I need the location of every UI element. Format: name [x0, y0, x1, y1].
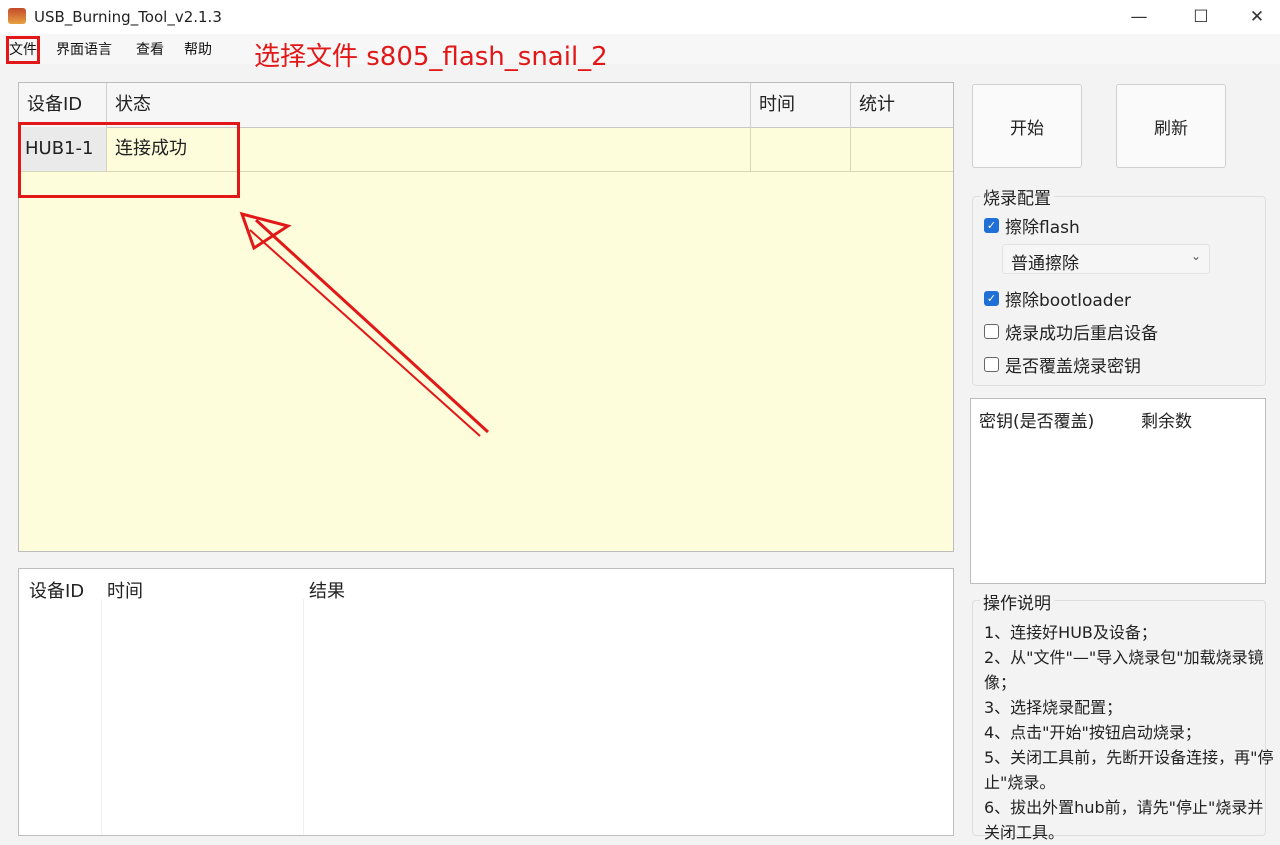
log-header-time: 时间	[107, 581, 143, 602]
key-header-remaining: 剩余数	[1141, 412, 1192, 432]
cell-time	[751, 127, 851, 171]
header-time[interactable]: 时间	[751, 83, 851, 127]
header-status[interactable]: 状态	[107, 83, 751, 127]
header-stats[interactable]: 统计	[851, 83, 953, 127]
instruction-line: 6、拔出外置hub前，请先"停止"烧录并关闭工具。	[984, 798, 1264, 842]
annotation-arrow-icon	[239, 211, 490, 437]
reboot-after-option[interactable]: 烧录成功后重启设备	[984, 319, 1158, 344]
instruction-line: 4、点击"开始"按钮启动烧录；	[984, 723, 1201, 742]
log-divider	[101, 599, 102, 835]
instruction-line: 1、连接好HUB及设备；	[984, 623, 1157, 642]
key-header-key: 密钥(是否覆盖)	[979, 412, 1095, 432]
refresh-button[interactable]: 刷新	[1116, 84, 1226, 168]
erase-flash-option[interactable]: ✓ 擦除flash	[984, 213, 1080, 238]
instructions-list: 1、连接好HUB及设备； 2、从"文件"—"导入烧录包"加载烧录镜像； 3、选择…	[984, 620, 1274, 845]
title-bar: USB_Burning_Tool_v2.1.3 — ☐ ✕	[0, 0, 1280, 34]
minimize-button[interactable]: —	[1116, 2, 1162, 32]
header-device-id[interactable]: 设备ID	[19, 83, 107, 127]
cell-stats	[851, 127, 953, 171]
log-table: 设备ID 时间 结果	[18, 568, 954, 836]
erase-flash-label: 擦除flash	[1005, 217, 1080, 238]
overwrite-key-label: 是否覆盖烧录密钥	[1005, 356, 1141, 377]
instructions-title: 操作说明	[980, 589, 1054, 614]
key-table: 密钥(是否覆盖) 剩余数	[970, 398, 1266, 584]
log-header-device-id: 设备ID	[29, 581, 85, 602]
instruction-line: 3、选择烧录配置；	[984, 698, 1123, 717]
start-button[interactable]: 开始	[972, 84, 1082, 168]
menu-view[interactable]: 查看	[136, 39, 164, 59]
checkbox-checked-icon[interactable]: ✓	[984, 290, 999, 306]
annotation-text: 选择文件 s805_flash_snail_2	[254, 42, 608, 72]
erase-bootloader-option[interactable]: ✓ 擦除bootloader	[984, 286, 1132, 311]
burn-config-title: 烧录配置	[980, 184, 1054, 209]
log-header-result: 结果	[309, 581, 345, 602]
instruction-line: 5、关闭工具前，先断开设备连接，再"停止"烧录。	[984, 748, 1274, 792]
app-icon	[8, 8, 26, 24]
maximize-button[interactable]: ☐	[1178, 2, 1224, 32]
overwrite-key-option[interactable]: 是否覆盖烧录密钥	[984, 352, 1141, 377]
instruction-line: 2、从"文件"—"导入烧录包"加载烧录镜像；	[984, 648, 1264, 692]
annotation-box-file-menu	[6, 36, 40, 64]
checkbox-unchecked-icon[interactable]	[984, 356, 999, 372]
log-divider	[303, 599, 304, 835]
chevron-down-icon: ⌄	[1190, 249, 1201, 263]
erase-bootloader-label: 擦除bootloader	[1005, 290, 1132, 311]
close-button[interactable]: ✕	[1234, 2, 1280, 32]
menu-bar: 文件 界面语言 查看 帮助	[0, 34, 1280, 64]
checkbox-checked-icon[interactable]: ✓	[984, 217, 999, 233]
menu-help[interactable]: 帮助	[184, 39, 212, 59]
menu-language[interactable]: 界面语言	[56, 39, 112, 59]
reboot-after-label: 烧录成功后重启设备	[1005, 323, 1158, 344]
window-title: USB_Burning_Tool_v2.1.3	[34, 8, 222, 26]
erase-mode-value: 普通擦除	[1011, 254, 1079, 274]
checkbox-unchecked-icon[interactable]	[984, 323, 999, 339]
annotation-box-device-row	[18, 122, 240, 198]
erase-mode-select[interactable]: 普通擦除 ⌄	[1002, 244, 1210, 274]
